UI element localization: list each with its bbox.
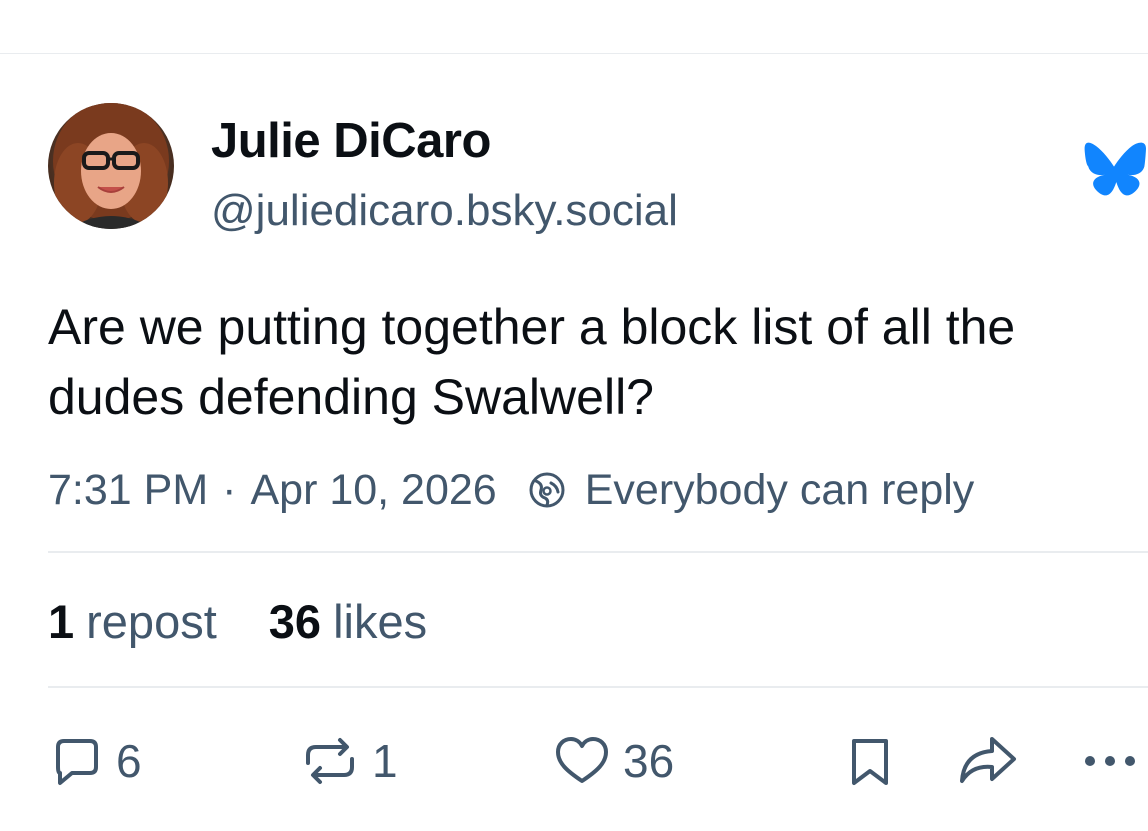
- top-divider: [0, 53, 1148, 54]
- post-time: 7:31 PM: [48, 465, 209, 514]
- share-icon: [960, 737, 1016, 783]
- likes-stat[interactable]: 36 likes: [269, 594, 427, 649]
- divider: [48, 551, 1148, 553]
- repost-count: 1: [372, 735, 398, 787]
- avatar[interactable]: [48, 103, 174, 229]
- like-button[interactable]: 36: [553, 733, 674, 789]
- likes-count: 36: [268, 595, 322, 648]
- heart-icon: [556, 737, 608, 783]
- reposts-stat[interactable]: 1 repost: [48, 594, 217, 649]
- repost-icon: [306, 738, 354, 784]
- share-button[interactable]: [956, 733, 1020, 789]
- author-handle[interactable]: @juliedicaro.bsky.social: [211, 186, 678, 236]
- reposts-label: repost: [86, 595, 217, 648]
- globe-icon: [527, 470, 567, 510]
- post-text: Are we putting together a block list of …: [48, 299, 1016, 425]
- engagement-stats: 1 repost 36 likes: [48, 594, 479, 649]
- bookmark-icon: [852, 739, 888, 785]
- repost-button[interactable]: 1: [300, 733, 398, 789]
- bookmark-button[interactable]: [842, 733, 898, 789]
- divider: [48, 686, 1148, 688]
- author-display-name[interactable]: Julie DiCaro: [211, 113, 491, 169]
- comment-icon: [56, 739, 98, 785]
- reposts-count: 1: [48, 595, 75, 648]
- meta-separator: ·: [222, 465, 237, 514]
- more-button[interactable]: [1082, 733, 1142, 789]
- more-icon: [1085, 756, 1135, 766]
- butterfly-icon: [1080, 140, 1148, 206]
- reply-button[interactable]: 6: [48, 733, 142, 789]
- reply-setting[interactable]: Everybody can reply: [585, 466, 975, 515]
- reply-count: 6: [116, 735, 142, 787]
- like-count: 36: [623, 735, 675, 787]
- likes-label: likes: [333, 595, 428, 648]
- post-date: Apr 10, 2026: [250, 465, 497, 514]
- post-meta: 7:31 PM · Apr 10, 2026 Everybody can rep…: [48, 462, 974, 518]
